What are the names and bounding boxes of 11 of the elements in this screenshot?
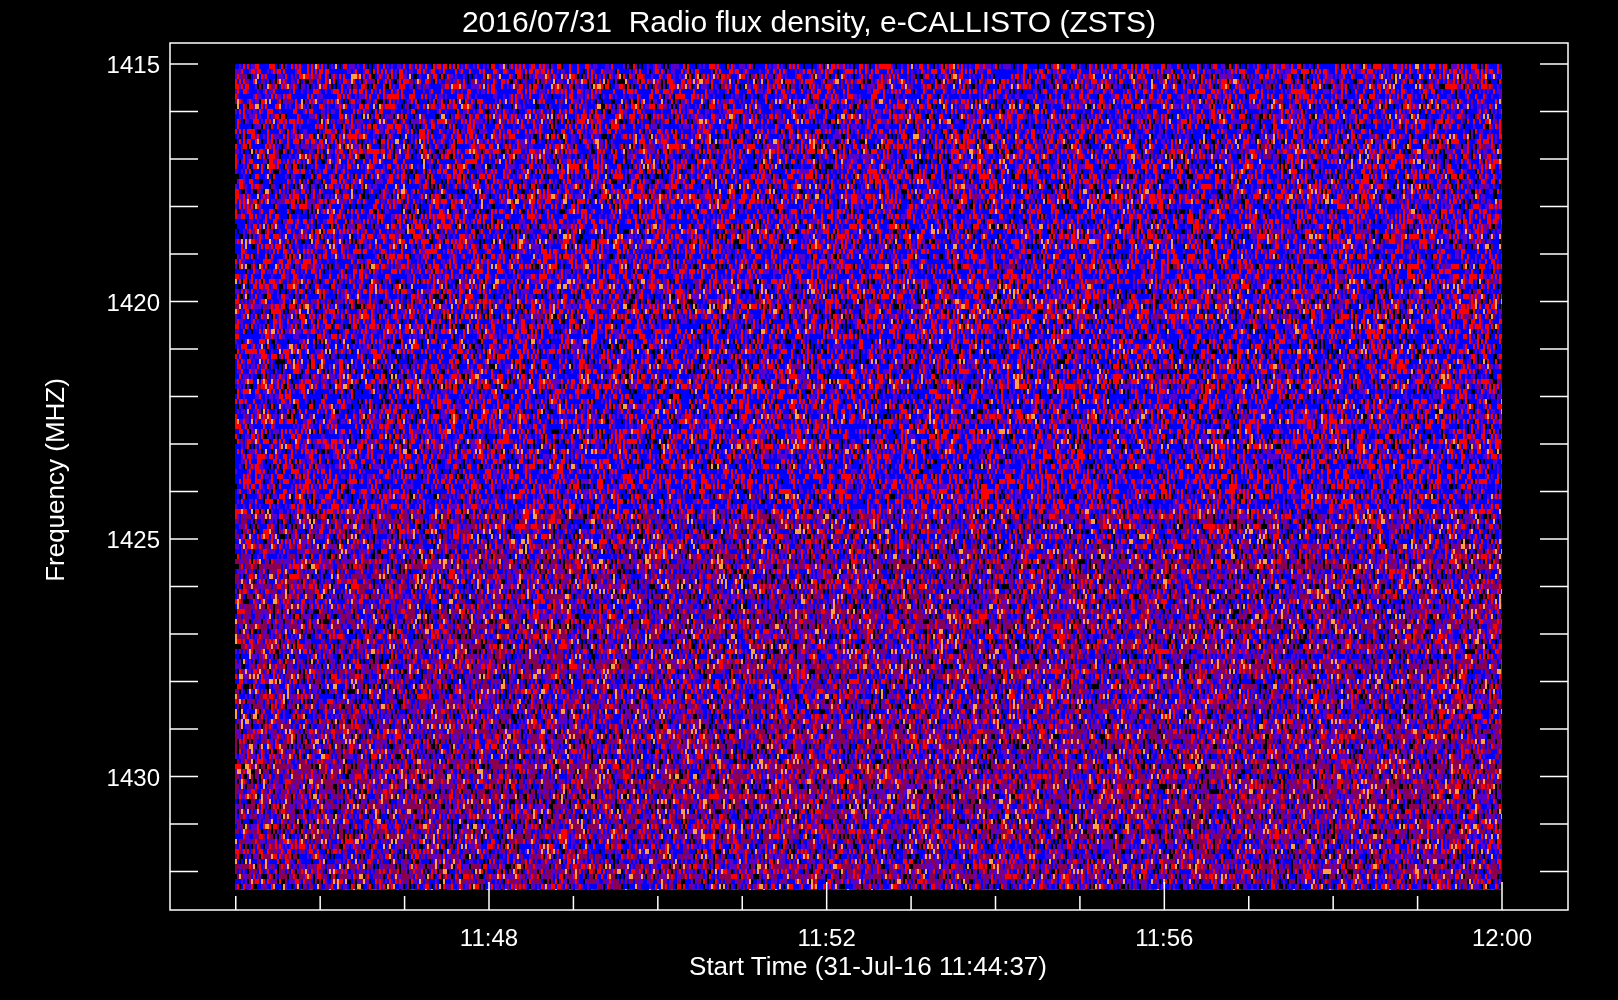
tick-label: 1430 — [106, 763, 160, 791]
axis-label: Frequency (MHZ) — [40, 378, 70, 582]
chart-title: 2016/07/31 Radio flux density, e-CALLISTO (ZSTS) — [461, 5, 1157, 38]
tick-label: 11:48 — [459, 924, 519, 951]
axis-label: Start Time (31-Jul-16 11:44:37) — [689, 951, 1047, 981]
tick-label: 1425 — [106, 526, 160, 553]
tick-label: 11:52 — [797, 924, 856, 951]
tick-label: 12:00 — [1471, 924, 1533, 951]
tick-label: 1415 — [106, 51, 160, 78]
tick-label: 1420 — [106, 288, 160, 316]
tick-label: 11:56 — [1135, 924, 1194, 951]
